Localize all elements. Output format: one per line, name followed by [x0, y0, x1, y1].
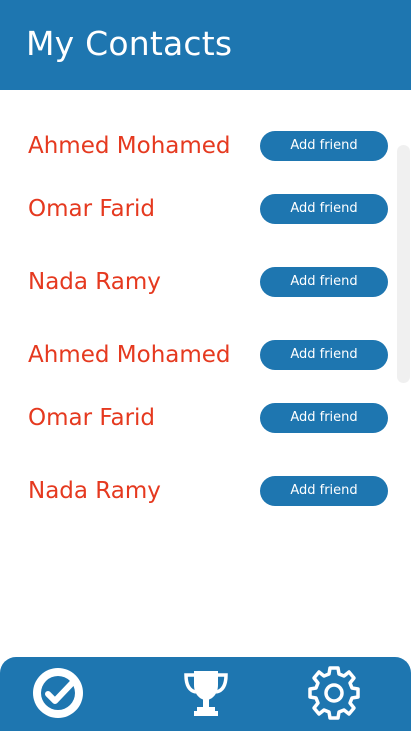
check-circle-icon [33, 668, 83, 718]
contact-row: Nada Ramy Add friend [0, 475, 396, 507]
add-friend-button[interactable]: Add friend [260, 194, 388, 224]
bottom-nav [0, 657, 411, 731]
add-friend-button[interactable]: Add friend [260, 267, 388, 297]
contact-name: Ahmed Mohamed [28, 133, 231, 159]
contact-name: Nada Ramy [28, 478, 161, 504]
add-friend-button[interactable]: Add friend [260, 340, 388, 370]
scrollbar[interactable] [397, 145, 410, 383]
page-title: My Contacts [26, 24, 233, 63]
contacts-screen: My Contacts Ahmed Mohamed Add friend Oma… [0, 0, 411, 731]
contact-name: Omar Farid [28, 196, 156, 222]
add-friend-button[interactable]: Add friend [260, 131, 388, 161]
contact-name: Ahmed Mohamed [28, 342, 231, 368]
gear-icon [308, 666, 360, 720]
contact-row: Nada Ramy Add friend [0, 266, 396, 298]
nav-item-achievements[interactable] [176, 663, 236, 723]
contact-row: Ahmed Mohamed Add friend [0, 130, 396, 162]
nav-item-settings[interactable] [304, 663, 364, 723]
contact-row: Omar Farid Add friend [0, 402, 396, 434]
add-friend-button[interactable]: Add friend [260, 403, 388, 433]
contact-row: Ahmed Mohamed Add friend [0, 339, 396, 371]
contact-row: Omar Farid Add friend [0, 193, 396, 225]
nav-item-contacts[interactable] [28, 663, 88, 723]
contact-list[interactable]: Ahmed Mohamed Add friend Omar Farid Add … [0, 90, 411, 657]
add-friend-button[interactable]: Add friend [260, 476, 388, 506]
contact-name: Omar Farid [28, 405, 156, 431]
contact-name: Nada Ramy [28, 269, 161, 295]
app-header: My Contacts [0, 0, 411, 90]
trophy-icon [184, 671, 228, 716]
